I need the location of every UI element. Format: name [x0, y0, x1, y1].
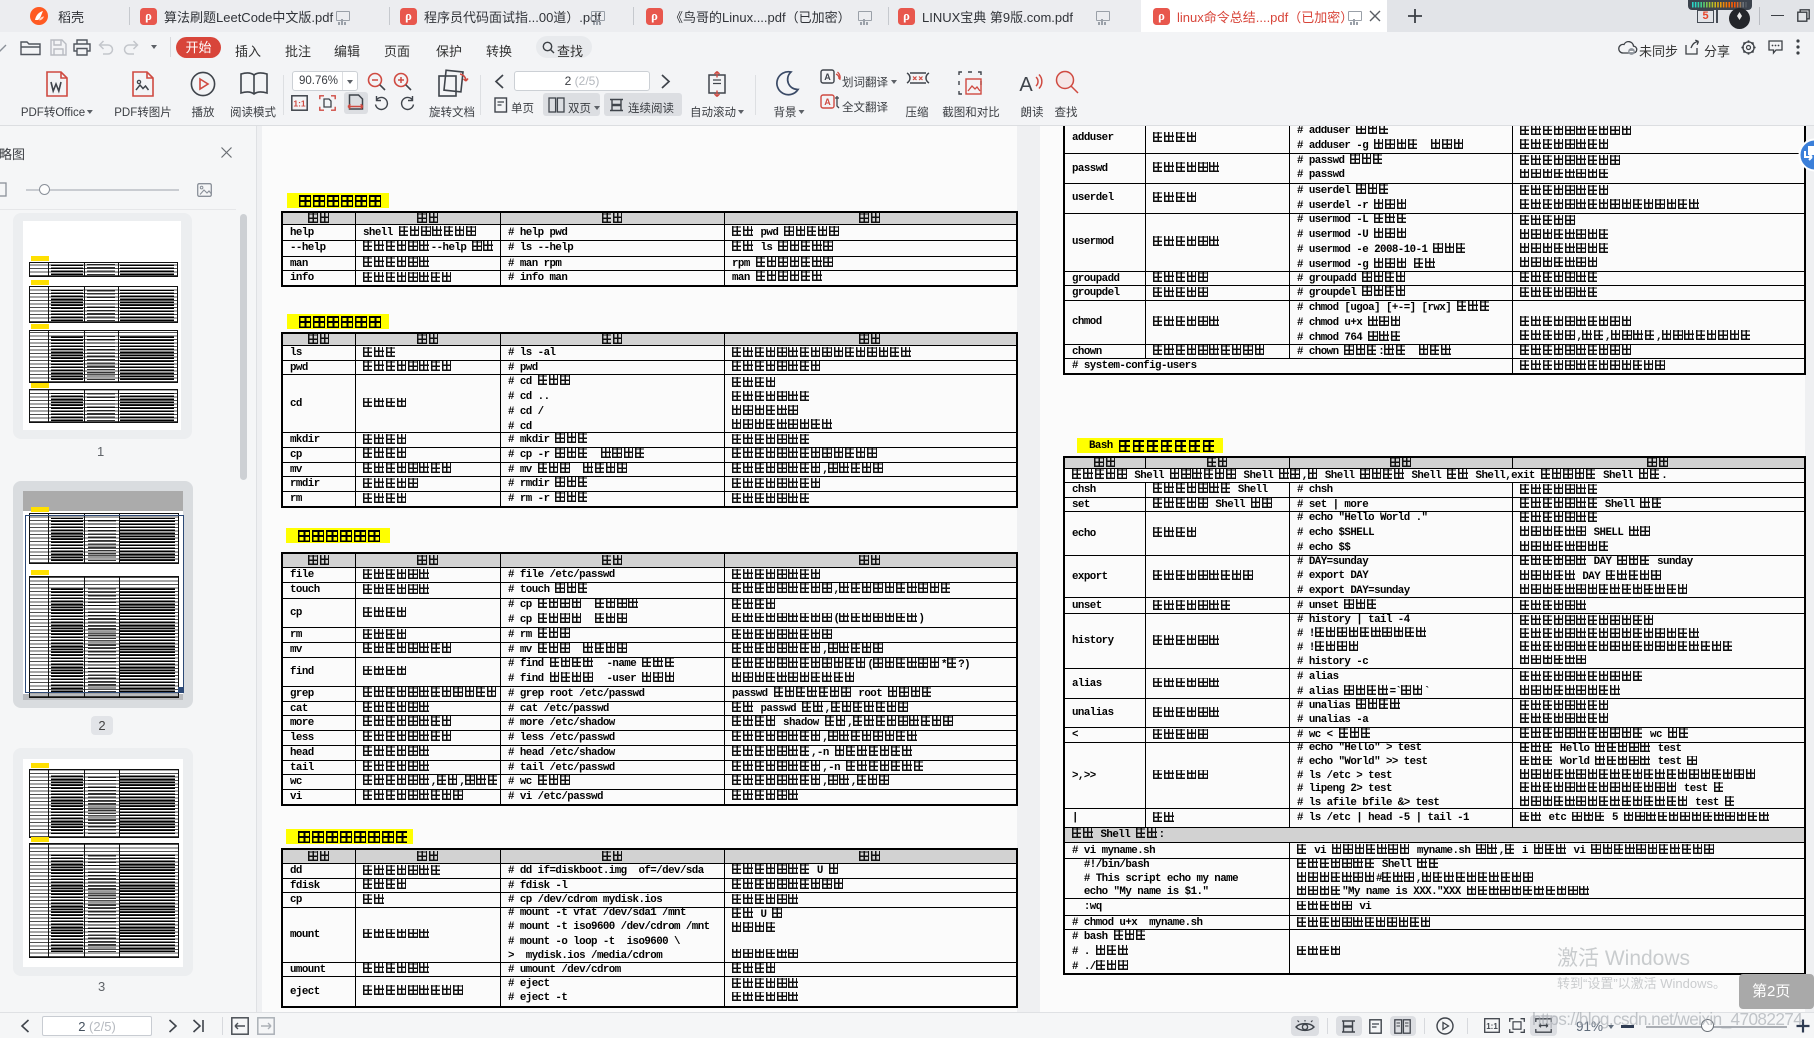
svg-text:A: A — [1019, 74, 1033, 96]
svg-text:A: A — [824, 72, 831, 82]
svg-text:A: A — [824, 97, 831, 107]
svg-text:1:1: 1:1 — [293, 99, 306, 109]
svg-text:1:1: 1:1 — [1486, 1022, 1498, 1031]
